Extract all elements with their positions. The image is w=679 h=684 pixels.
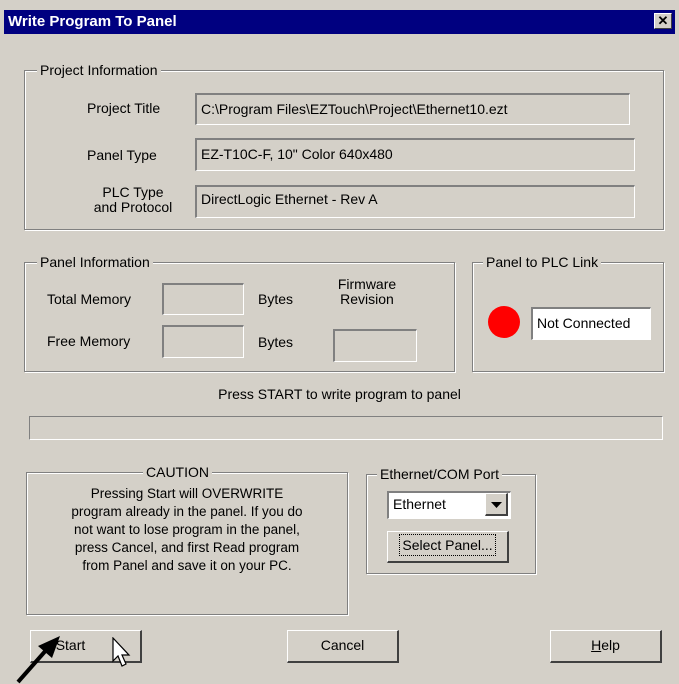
connection-status-field: Not Connected xyxy=(531,307,651,340)
cancel-button[interactable]: Cancel xyxy=(287,630,399,663)
select-panel-button[interactable]: Select Panel... xyxy=(387,531,509,563)
project-title-label: Project Title xyxy=(87,100,161,116)
caution-legend: CAUTION xyxy=(143,464,212,480)
port-select-value: Ethernet xyxy=(393,496,446,512)
plc-link-legend: Panel to PLC Link xyxy=(483,254,602,270)
help-rest: elp xyxy=(601,637,620,653)
plc-type-label-line1: PLC Type xyxy=(102,184,164,200)
panel-type-field: EZ-T10C-F, 10" Color 640x480 xyxy=(195,138,635,171)
project-title-field: C:\Program Files\EZTouch\Project\Etherne… xyxy=(195,93,630,125)
close-icon: ✕ xyxy=(657,13,669,28)
port-legend: Ethernet/COM Port xyxy=(377,466,503,482)
connection-status-icon xyxy=(488,306,520,338)
panel-information-group: Panel Information Total Memory Bytes Fre… xyxy=(24,254,455,372)
mouse-pointer-icon xyxy=(112,637,131,667)
firmware-label-line1: Firmware xyxy=(337,276,397,292)
close-button[interactable]: ✕ xyxy=(654,13,672,29)
status-message: Press START to write program to panel xyxy=(218,386,461,402)
plc-type-label: PLC Type and Protocol xyxy=(77,185,189,215)
firmware-label-line2: Revision xyxy=(340,291,394,307)
caution-line-1: Pressing Start will OVERWRITE xyxy=(90,486,284,501)
caution-line-2: program already in the panel. If you do xyxy=(71,504,303,519)
free-memory-unit: Bytes xyxy=(258,334,294,350)
select-panel-label: Select Panel... xyxy=(399,534,496,556)
progress-bar xyxy=(29,416,663,440)
window-title: Write Program To Panel xyxy=(8,13,177,30)
total-memory-unit: Bytes xyxy=(258,291,294,307)
total-memory-field xyxy=(162,283,244,315)
annotation-arrow-icon xyxy=(16,636,60,684)
firmware-revision-field xyxy=(333,329,417,362)
plc-type-label-line2: and Protocol xyxy=(93,199,173,215)
panel-information-legend: Panel Information xyxy=(37,254,153,270)
firmware-revision-label: Firmware Revision xyxy=(323,277,411,307)
port-select[interactable]: Ethernet xyxy=(387,491,511,519)
free-memory-label: Free Memory xyxy=(47,333,131,349)
free-memory-field xyxy=(162,325,244,358)
cancel-button-label: Cancel xyxy=(320,637,365,653)
plc-type-field: DirectLogic Ethernet - Rev A xyxy=(195,185,635,218)
help-accelerator: H xyxy=(591,637,602,653)
dropdown-arrow-icon xyxy=(490,502,502,508)
caution-text: Pressing Start will OVERWRITE program al… xyxy=(27,485,347,575)
project-information-group: Project Information Project Title C:\Pro… xyxy=(24,62,664,230)
dialog-window: Write Program To Panel ✕ Project Informa… xyxy=(0,0,679,684)
caution-line-4: press Cancel, and first Read program xyxy=(74,540,300,555)
caution-line-3: not want to lose program in the panel, xyxy=(74,522,300,537)
project-information-legend: Project Information xyxy=(37,62,161,78)
caution-line-5: from Panel and save it on your PC. xyxy=(82,558,292,573)
panel-type-label: Panel Type xyxy=(87,147,157,163)
plc-link-group: Panel to PLC Link Not Connected xyxy=(472,254,664,372)
port-dropdown-button[interactable] xyxy=(485,493,508,516)
total-memory-label: Total Memory xyxy=(47,291,132,307)
help-button-label: Help xyxy=(591,631,620,659)
caution-group: CAUTION Pressing Start will OVERWRITE pr… xyxy=(26,464,348,615)
title-bar: Write Program To Panel ✕ xyxy=(4,10,675,34)
dialog-body: Project Information Project Title C:\Pro… xyxy=(4,34,675,684)
port-group: Ethernet/COM Port Ethernet Select Panel.… xyxy=(366,466,536,574)
help-button[interactable]: Help xyxy=(550,630,662,663)
